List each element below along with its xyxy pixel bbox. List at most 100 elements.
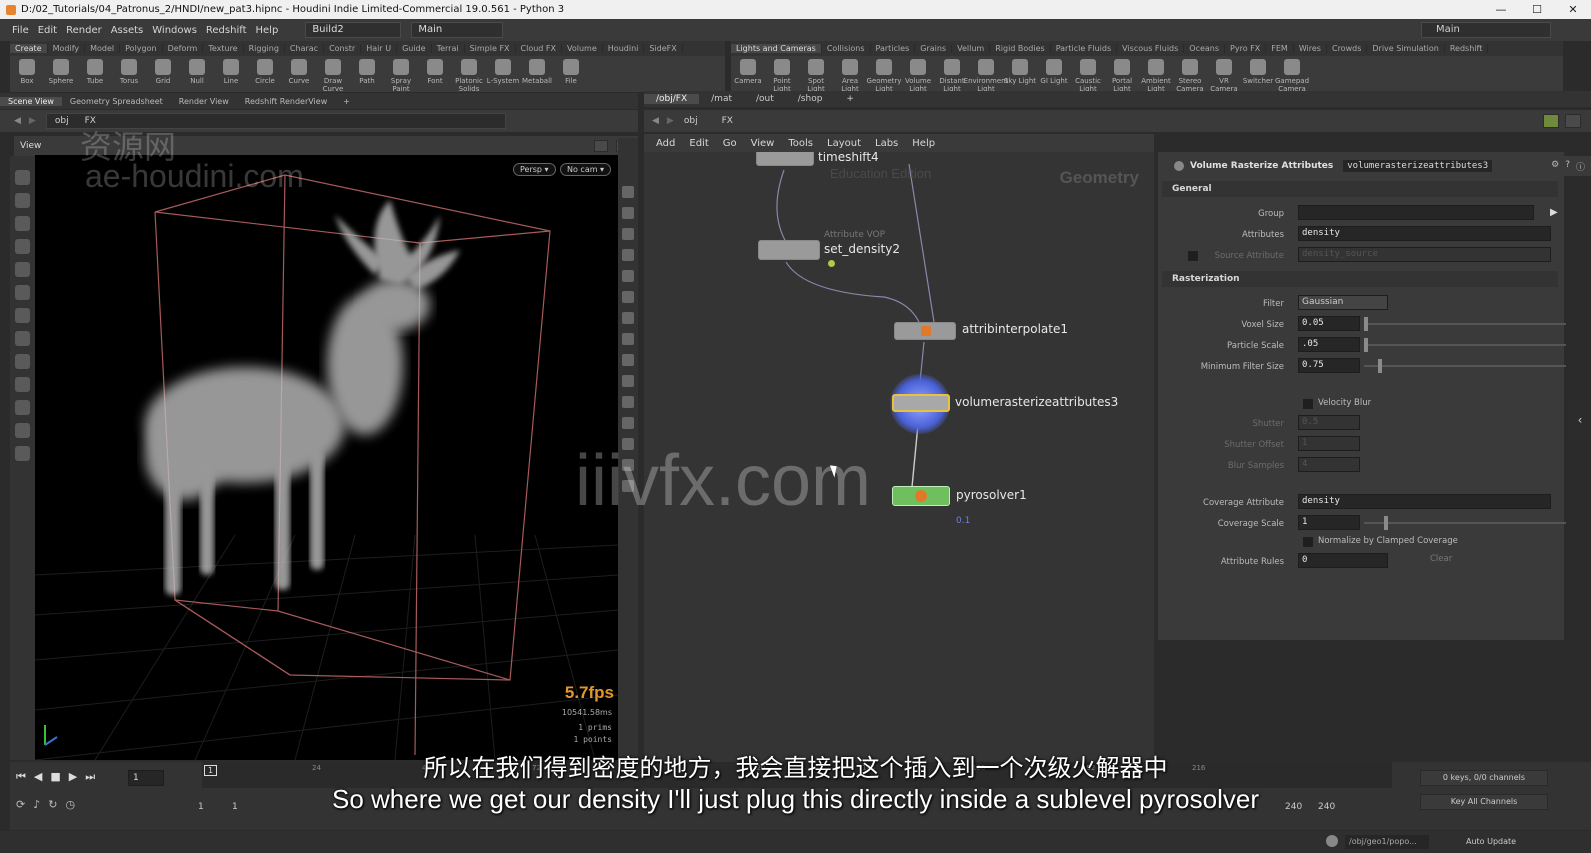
- net-menu-add[interactable]: Add: [656, 138, 675, 149]
- select-tool-icon[interactable]: [15, 170, 30, 185]
- shelf-tool-font[interactable]: Font: [418, 56, 452, 85]
- shelf-tool-portal-light[interactable]: Portal Light: [1105, 56, 1139, 93]
- menu-edit[interactable]: Edit: [38, 25, 57, 36]
- attributes-field[interactable]: density: [1298, 226, 1551, 241]
- net-menu-layout[interactable]: Layout: [827, 138, 861, 149]
- magnet-icon[interactable]: [15, 400, 30, 415]
- menu-redshift[interactable]: Redshift: [206, 25, 247, 36]
- shelf-tab-model[interactable]: Model: [85, 44, 121, 53]
- tab-mat[interactable]: /mat: [699, 94, 744, 104]
- rotate-tool-icon[interactable]: [15, 216, 30, 231]
- shelf-tab-simple-fx[interactable]: Simple FX: [465, 44, 516, 53]
- tab-redshift-renderview[interactable]: Redshift RenderView: [237, 97, 335, 106]
- section-general[interactable]: General: [1162, 181, 1558, 197]
- shelf-tool-line[interactable]: Line: [214, 56, 248, 85]
- tab-scene-view[interactable]: Scene View: [0, 96, 62, 106]
- menu-assets[interactable]: Assets: [111, 25, 144, 36]
- shelf-tool-tube[interactable]: Tube: [78, 56, 112, 85]
- node-name-field[interactable]: volumerasterizeattributes3: [1343, 160, 1493, 172]
- group-field[interactable]: [1298, 205, 1534, 220]
- collapse-panel-arrow-icon[interactable]: ‹: [1569, 400, 1591, 440]
- shelf-tab-drive-simulation[interactable]: Drive Simulation: [1367, 44, 1445, 53]
- node-volumerasterizeattributes[interactable]: [892, 394, 950, 412]
- home-icon[interactable]: [622, 249, 634, 261]
- shelf-tab-sidefx[interactable]: SideFX: [644, 44, 683, 53]
- link-icon[interactable]: [1565, 114, 1581, 128]
- forward-arrow-icon[interactable]: ▶: [29, 116, 36, 126]
- frame-icon[interactable]: [622, 270, 634, 282]
- shelf-tool-stereo-camera[interactable]: Stereo Camera: [1173, 56, 1207, 93]
- shelf-tool-draw-curve[interactable]: Draw Curve: [316, 56, 350, 93]
- build-selector[interactable]: Build2: [305, 22, 402, 38]
- shelf-tool-sphere[interactable]: Sphere: [44, 56, 78, 85]
- node-pyrosolver[interactable]: [892, 486, 950, 506]
- min-filter-field[interactable]: 0.75: [1298, 358, 1360, 373]
- coverage-scale-slider-knob[interactable]: [1383, 516, 1388, 530]
- shelf-tool-path[interactable]: Path: [350, 56, 384, 85]
- handle-tool-icon[interactable]: [15, 285, 30, 300]
- gear-icon[interactable]: ⚙: [1551, 160, 1559, 173]
- shelf-tab-charac[interactable]: Charac: [285, 44, 325, 53]
- clear-button[interactable]: Clear: [1430, 554, 1452, 564]
- net-path-fx[interactable]: FX: [722, 116, 733, 126]
- shelf-tab-wires[interactable]: Wires: [1294, 44, 1327, 53]
- net-menu-labs[interactable]: Labs: [875, 138, 898, 149]
- particle-scale-field[interactable]: .05: [1298, 337, 1360, 352]
- shelf-tool-metaball[interactable]: Metaball: [520, 56, 554, 85]
- pin-icon[interactable]: [1543, 114, 1559, 128]
- group-select-arrow-icon[interactable]: ▶: [1550, 207, 1558, 218]
- section-rasterization[interactable]: Rasterization: [1162, 271, 1558, 287]
- add-tab-icon[interactable]: +: [335, 97, 358, 106]
- shelf-tab-rigid-bodies[interactable]: Rigid Bodies: [990, 44, 1051, 53]
- shelf-tab-create[interactable]: Create: [10, 44, 48, 53]
- blur-samples-field[interactable]: 4: [1298, 457, 1360, 472]
- main-selector[interactable]: Main: [411, 22, 504, 38]
- shelf-tab-particles[interactable]: Particles: [871, 44, 916, 53]
- shelf-tool-curve[interactable]: Curve: [282, 56, 316, 85]
- shelf-tool-volume-light[interactable]: Volume Light: [901, 56, 935, 93]
- shelf-tool-switcher[interactable]: Switcher: [1241, 56, 1275, 85]
- menu-render[interactable]: Render: [66, 25, 102, 36]
- net-path-obj[interactable]: obj: [684, 116, 698, 126]
- background-icon[interactable]: [622, 417, 634, 429]
- coverage-attr-field[interactable]: density: [1298, 494, 1551, 509]
- network-path-field[interactable]: obj FX: [684, 116, 733, 126]
- normalize-checkbox[interactable]: [1303, 537, 1313, 547]
- chat-icon[interactable]: [1326, 835, 1338, 847]
- info-icon[interactable]: ⓘ: [1576, 160, 1585, 173]
- scene-viewport[interactable]: Persp ▾ No cam ▾ 5.7fps 10541.58ms 1 pri…: [35, 155, 618, 760]
- velocity-blur-checkbox[interactable]: [1303, 399, 1313, 409]
- visibility-icon[interactable]: [622, 333, 634, 345]
- maximize-button[interactable]: ☐: [1519, 0, 1555, 19]
- shelf-tool-box[interactable]: Box: [10, 56, 44, 85]
- filter-dropdown[interactable]: Gaussian: [1298, 295, 1388, 310]
- shelf-tool-point-light[interactable]: Point Light: [765, 56, 799, 93]
- shelf-tab-hair[interactable]: Hair U: [361, 44, 398, 53]
- net-menu-tools[interactable]: Tools: [788, 138, 813, 149]
- shelf-tab-constr[interactable]: Constr: [324, 44, 362, 53]
- tab-geometry-spreadsheet[interactable]: Geometry Spreadsheet: [62, 97, 171, 106]
- scale-tool-icon[interactable]: [15, 239, 30, 254]
- tab-out[interactable]: /out: [744, 94, 786, 104]
- particle-scale-slider[interactable]: [1364, 338, 1566, 352]
- shelf-tool-geometry-light[interactable]: Geometry Light: [867, 56, 901, 93]
- normals-icon[interactable]: [622, 375, 634, 387]
- minimize-button[interactable]: —: [1483, 0, 1519, 19]
- shelf-tab-vellum[interactable]: Vellum: [952, 44, 991, 53]
- node-set-density[interactable]: [758, 240, 820, 260]
- net-menu-edit[interactable]: Edit: [689, 138, 708, 149]
- shelf-tab-volume[interactable]: Volume: [562, 44, 603, 53]
- min-filter-slider[interactable]: [1364, 359, 1566, 373]
- shelf-tab-deform[interactable]: Deform: [163, 44, 204, 53]
- shelf-tool-gamepad-camera[interactable]: Gamepad Camera: [1275, 56, 1309, 93]
- shelf-tab-collisions[interactable]: Collisions: [822, 44, 871, 53]
- shelf-tab-pyro-fx[interactable]: Pyro FX: [1225, 44, 1267, 53]
- menu-help[interactable]: Help: [256, 25, 279, 36]
- coverage-scale-field[interactable]: 1: [1298, 515, 1360, 530]
- net-back-arrow-icon[interactable]: ◀: [652, 116, 659, 126]
- shelf-tab-texture[interactable]: Texture: [203, 44, 244, 53]
- shelf-tool-area-light[interactable]: Area Light: [833, 56, 867, 93]
- shelf-tool-file[interactable]: File: [554, 56, 588, 85]
- view-tool-icon[interactable]: [15, 354, 30, 369]
- shelf-tool-environment-light[interactable]: Environment Light: [964, 56, 1008, 93]
